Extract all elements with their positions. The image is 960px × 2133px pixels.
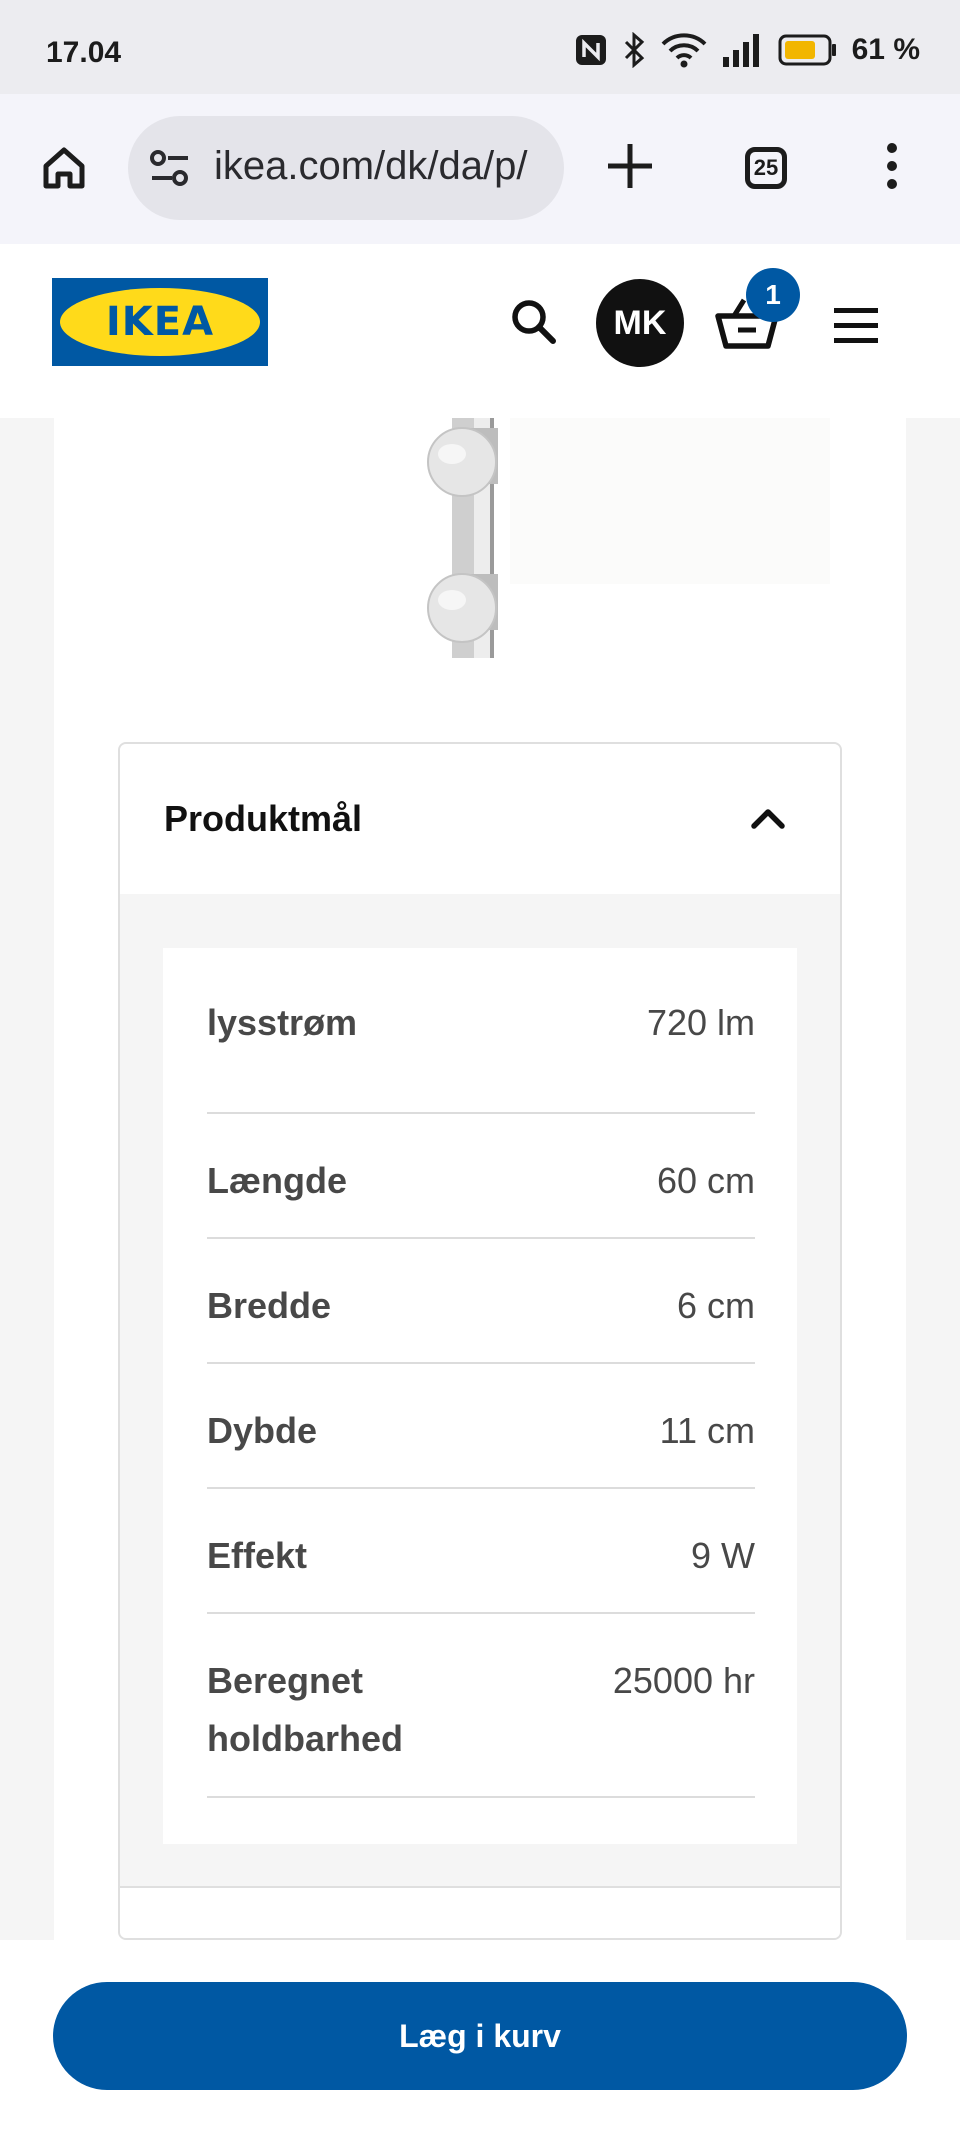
- cart-count-badge: 1: [746, 268, 800, 322]
- menu-icon[interactable]: [832, 306, 880, 346]
- nfc-icon: [575, 35, 606, 65]
- logo-ellipse: IKEA: [60, 288, 260, 356]
- home-icon: [43, 147, 85, 189]
- spec-row: Bredde 6 cm: [207, 1239, 755, 1364]
- product-image[interactable]: [400, 418, 830, 678]
- spec-value: 6 cm: [676, 1285, 755, 1326]
- logo-text: IKEA: [105, 299, 215, 345]
- spec-row: lysstrøm 720 lm: [207, 948, 755, 1114]
- search-icon[interactable]: [508, 296, 558, 346]
- spec-value: 25000 hr: [612, 1660, 755, 1701]
- signal-icon: [722, 34, 759, 67]
- spec-label: Længde: [207, 1160, 347, 1201]
- spec-value: 60 cm: [656, 1160, 755, 1201]
- site-settings-icon[interactable]: [148, 148, 192, 188]
- spec-label: Dybde: [207, 1410, 318, 1451]
- home-button[interactable]: [36, 140, 92, 196]
- spec-value: 720 lm: [646, 1002, 755, 1043]
- address-bar[interactable]: ikea.com/dk/da/p/: [128, 116, 564, 220]
- battery-icon: [778, 34, 836, 66]
- accordion-header[interactable]: Produktmål: [120, 744, 840, 894]
- product-dimensions-accordion: Produktmål lysstrøm 720 lm Længde 60 cm …: [118, 742, 842, 1940]
- battery-percent: 61 %: [851, 33, 920, 66]
- accordion-title: Produktmål: [164, 798, 363, 839]
- status-icons: 61 %: [574, 30, 920, 70]
- url-text: ikea.com/dk/da/p/: [214, 144, 528, 188]
- add-to-cart-button[interactable]: Læg i kurv: [53, 1982, 907, 2090]
- spec-row: Længde 60 cm: [207, 1114, 755, 1239]
- new-tab-icon[interactable]: [604, 140, 656, 192]
- spec-list: lysstrøm 720 lm Længde 60 cm Bredde 6 cm…: [163, 948, 797, 1844]
- bluetooth-icon: [624, 32, 644, 68]
- cart-count: 1: [765, 279, 781, 310]
- status-time: 17.04: [46, 36, 122, 69]
- more-icon[interactable]: [882, 140, 902, 192]
- spec-row: Beregnet holdbarhed 25000 hr: [207, 1614, 755, 1798]
- status-bar: 17.04 61 %: [0, 0, 960, 94]
- avatar-initials: MK: [613, 303, 667, 342]
- spec-value: 11 cm: [659, 1410, 755, 1451]
- ikea-logo[interactable]: IKEA: [52, 278, 268, 366]
- spec-row: Dybde 11 cm: [207, 1364, 755, 1489]
- spec-label: Effekt: [207, 1535, 308, 1576]
- tab-count: 25: [753, 155, 779, 180]
- spec-row: Effekt 9 W: [207, 1489, 755, 1614]
- spec-value: 9 W: [690, 1535, 755, 1576]
- tab-switcher-button[interactable]: 25: [745, 147, 787, 189]
- avatar[interactable]: MK: [596, 279, 684, 367]
- chevron-up-icon[interactable]: [746, 796, 790, 840]
- site-header: IKEA MK: [0, 244, 960, 418]
- next-accordion-section[interactable]: [120, 1886, 840, 1938]
- wifi-icon: [661, 33, 707, 68]
- spec-label: lysstrøm: [207, 1002, 358, 1043]
- spec-label: Bredde: [207, 1285, 332, 1326]
- browser-toolbar: ikea.com/dk/da/p/: [0, 94, 960, 244]
- sticky-purchase-bar: Læg i kurv: [0, 1940, 960, 2133]
- spec-label: Beregnet holdbarhed: [207, 1660, 403, 1759]
